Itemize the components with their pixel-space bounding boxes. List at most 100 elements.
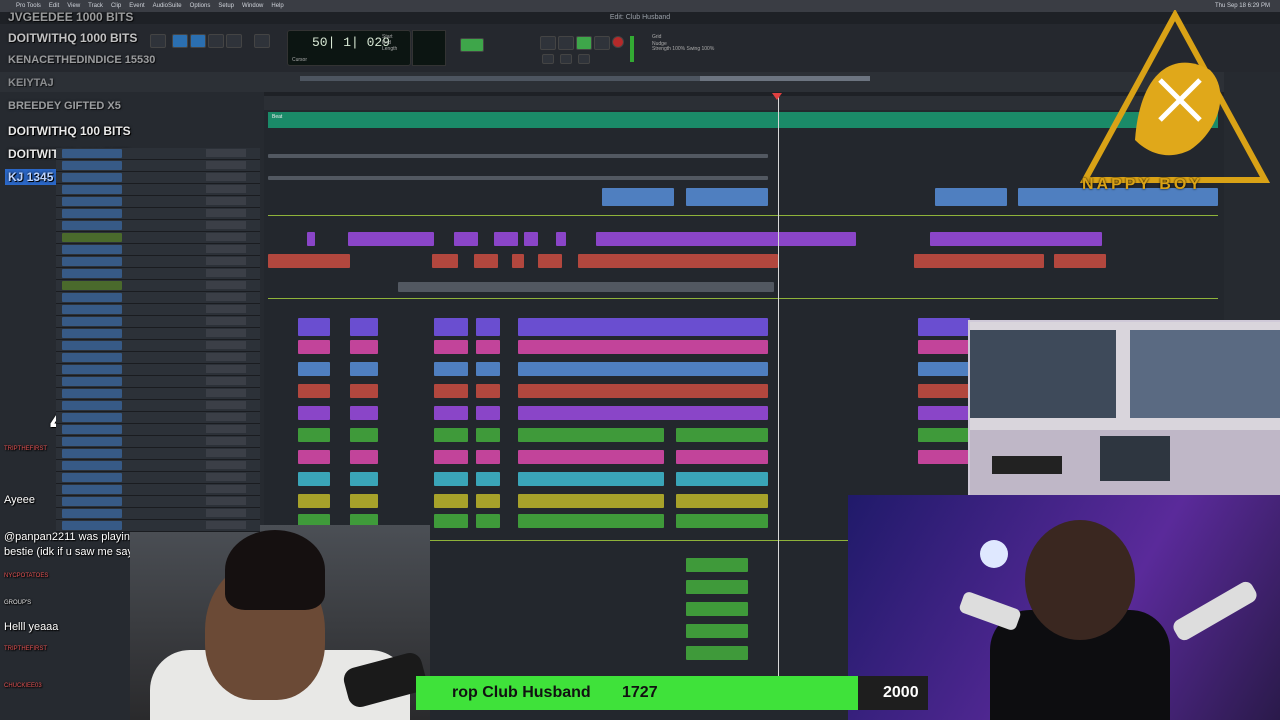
- track-name-field[interactable]: [62, 257, 122, 266]
- track-io-selector[interactable]: [206, 221, 246, 229]
- track-name-field[interactable]: [62, 461, 122, 470]
- audio-clip[interactable]: [476, 318, 500, 336]
- audio-clip[interactable]: [307, 232, 315, 246]
- track-name-field[interactable]: [62, 185, 122, 194]
- audio-clip[interactable]: [434, 384, 468, 398]
- track-io-selector[interactable]: [206, 389, 246, 397]
- audio-clip[interactable]: [686, 188, 768, 206]
- zoom-tool-icon[interactable]: [150, 34, 166, 48]
- track-io-selector[interactable]: [206, 317, 246, 325]
- audio-clip[interactable]: [348, 232, 434, 246]
- audio-clip[interactable]: [350, 362, 378, 376]
- track-io-selector[interactable]: [206, 341, 246, 349]
- audio-clip[interactable]: [476, 384, 500, 398]
- audio-clip[interactable]: [676, 472, 768, 486]
- track-io-selector[interactable]: [206, 293, 246, 301]
- track-io-selector[interactable]: [206, 509, 246, 517]
- menu-setup[interactable]: Setup: [218, 3, 234, 9]
- track-name-field[interactable]: [62, 389, 122, 398]
- audio-clip[interactable]: [476, 406, 500, 420]
- audio-clip[interactable]: [686, 580, 748, 594]
- return-to-zero-button[interactable]: [560, 54, 572, 64]
- audio-clip[interactable]: [518, 450, 664, 464]
- menu-view[interactable]: View: [67, 3, 80, 9]
- loop-icon[interactable]: [540, 36, 556, 50]
- audio-clip[interactable]: [434, 514, 468, 528]
- audio-clip[interactable]: [476, 472, 500, 486]
- go-to-end-button[interactable]: [578, 54, 590, 64]
- audio-clip[interactable]: [686, 624, 748, 638]
- menu-clip[interactable]: Clip: [111, 3, 121, 9]
- play-button[interactable]: [576, 36, 592, 50]
- track-name-field[interactable]: [62, 245, 122, 254]
- audio-clip[interactable]: [518, 340, 768, 354]
- track-name-field[interactable]: [62, 365, 122, 374]
- audio-clip[interactable]: [556, 232, 566, 246]
- audio-clip[interactable]: [268, 254, 350, 268]
- track-io-selector[interactable]: [206, 185, 246, 193]
- audio-clip[interactable]: [474, 254, 498, 268]
- track-io-selector[interactable]: [206, 305, 246, 313]
- audio-clip[interactable]: [518, 472, 664, 486]
- fast-forward-button[interactable]: [594, 36, 610, 50]
- audio-clip[interactable]: [350, 428, 378, 442]
- menu-help[interactable]: Help: [271, 3, 283, 9]
- playhead-line[interactable]: [778, 96, 779, 676]
- track-name-field[interactable]: [62, 161, 122, 170]
- audio-clip[interactable]: [518, 406, 768, 420]
- audio-clip[interactable]: [298, 472, 330, 486]
- track-name-field[interactable]: [62, 401, 122, 410]
- audio-clip[interactable]: [298, 450, 330, 464]
- audio-clip[interactable]: [918, 384, 970, 398]
- audio-clip[interactable]: [578, 254, 778, 268]
- pencil-tool-icon[interactable]: [254, 34, 270, 48]
- record-button[interactable]: [612, 36, 624, 48]
- track-name-field[interactable]: [62, 149, 122, 158]
- track-io-selector[interactable]: [206, 437, 246, 445]
- audio-clip[interactable]: [432, 254, 458, 268]
- audio-clip[interactable]: [298, 384, 330, 398]
- audio-clip[interactable]: [918, 450, 970, 464]
- audio-clip[interactable]: [434, 362, 468, 376]
- track-name-field[interactable]: [62, 269, 122, 278]
- audio-clip[interactable]: [350, 472, 378, 486]
- midi-input-button[interactable]: [460, 38, 484, 52]
- track-name-field[interactable]: [62, 293, 122, 302]
- audio-clip[interactable]: [538, 254, 562, 268]
- audio-clip[interactable]: [914, 254, 1044, 268]
- track-io-selector[interactable]: [206, 521, 246, 529]
- menu-protools[interactable]: Pro Tools: [16, 3, 41, 9]
- track-name-field[interactable]: [62, 173, 122, 182]
- audio-clip[interactable]: [918, 340, 970, 354]
- track-io-selector[interactable]: [206, 233, 246, 241]
- track-name-field[interactable]: [62, 209, 122, 218]
- track-name-field[interactable]: [62, 449, 122, 458]
- track-name-field[interactable]: [62, 473, 122, 482]
- audio-clip[interactable]: [434, 472, 468, 486]
- audio-clip[interactable]: [918, 406, 970, 420]
- track-io-selector[interactable]: [206, 257, 246, 265]
- audio-clip[interactable]: [476, 450, 500, 464]
- audio-clip[interactable]: [676, 514, 768, 528]
- menu-window[interactable]: Window: [242, 3, 263, 9]
- menu-audiosuite[interactable]: AudioSuite: [153, 3, 182, 9]
- audio-clip[interactable]: [918, 428, 970, 442]
- audio-clip[interactable]: [350, 318, 378, 336]
- menu-event[interactable]: Event: [129, 3, 144, 9]
- swing-value[interactable]: 100%: [702, 46, 715, 52]
- universe-selection[interactable]: [700, 76, 870, 81]
- track-io-selector[interactable]: [206, 173, 246, 181]
- track-io-selector[interactable]: [206, 461, 246, 469]
- audio-clip[interactable]: [476, 494, 500, 508]
- track-io-selector[interactable]: [206, 401, 246, 409]
- track-io-selector[interactable]: [206, 413, 246, 421]
- audio-clip[interactable]: [935, 188, 1007, 206]
- track-name-field[interactable]: [62, 305, 122, 314]
- menu-options[interactable]: Options: [190, 3, 211, 9]
- audio-clip[interactable]: [268, 176, 768, 180]
- audio-clip[interactable]: [918, 318, 970, 336]
- track-io-selector[interactable]: [206, 485, 246, 493]
- audio-clip[interactable]: [596, 232, 856, 246]
- audio-clip[interactable]: [298, 340, 330, 354]
- rewind-button[interactable]: [542, 54, 554, 64]
